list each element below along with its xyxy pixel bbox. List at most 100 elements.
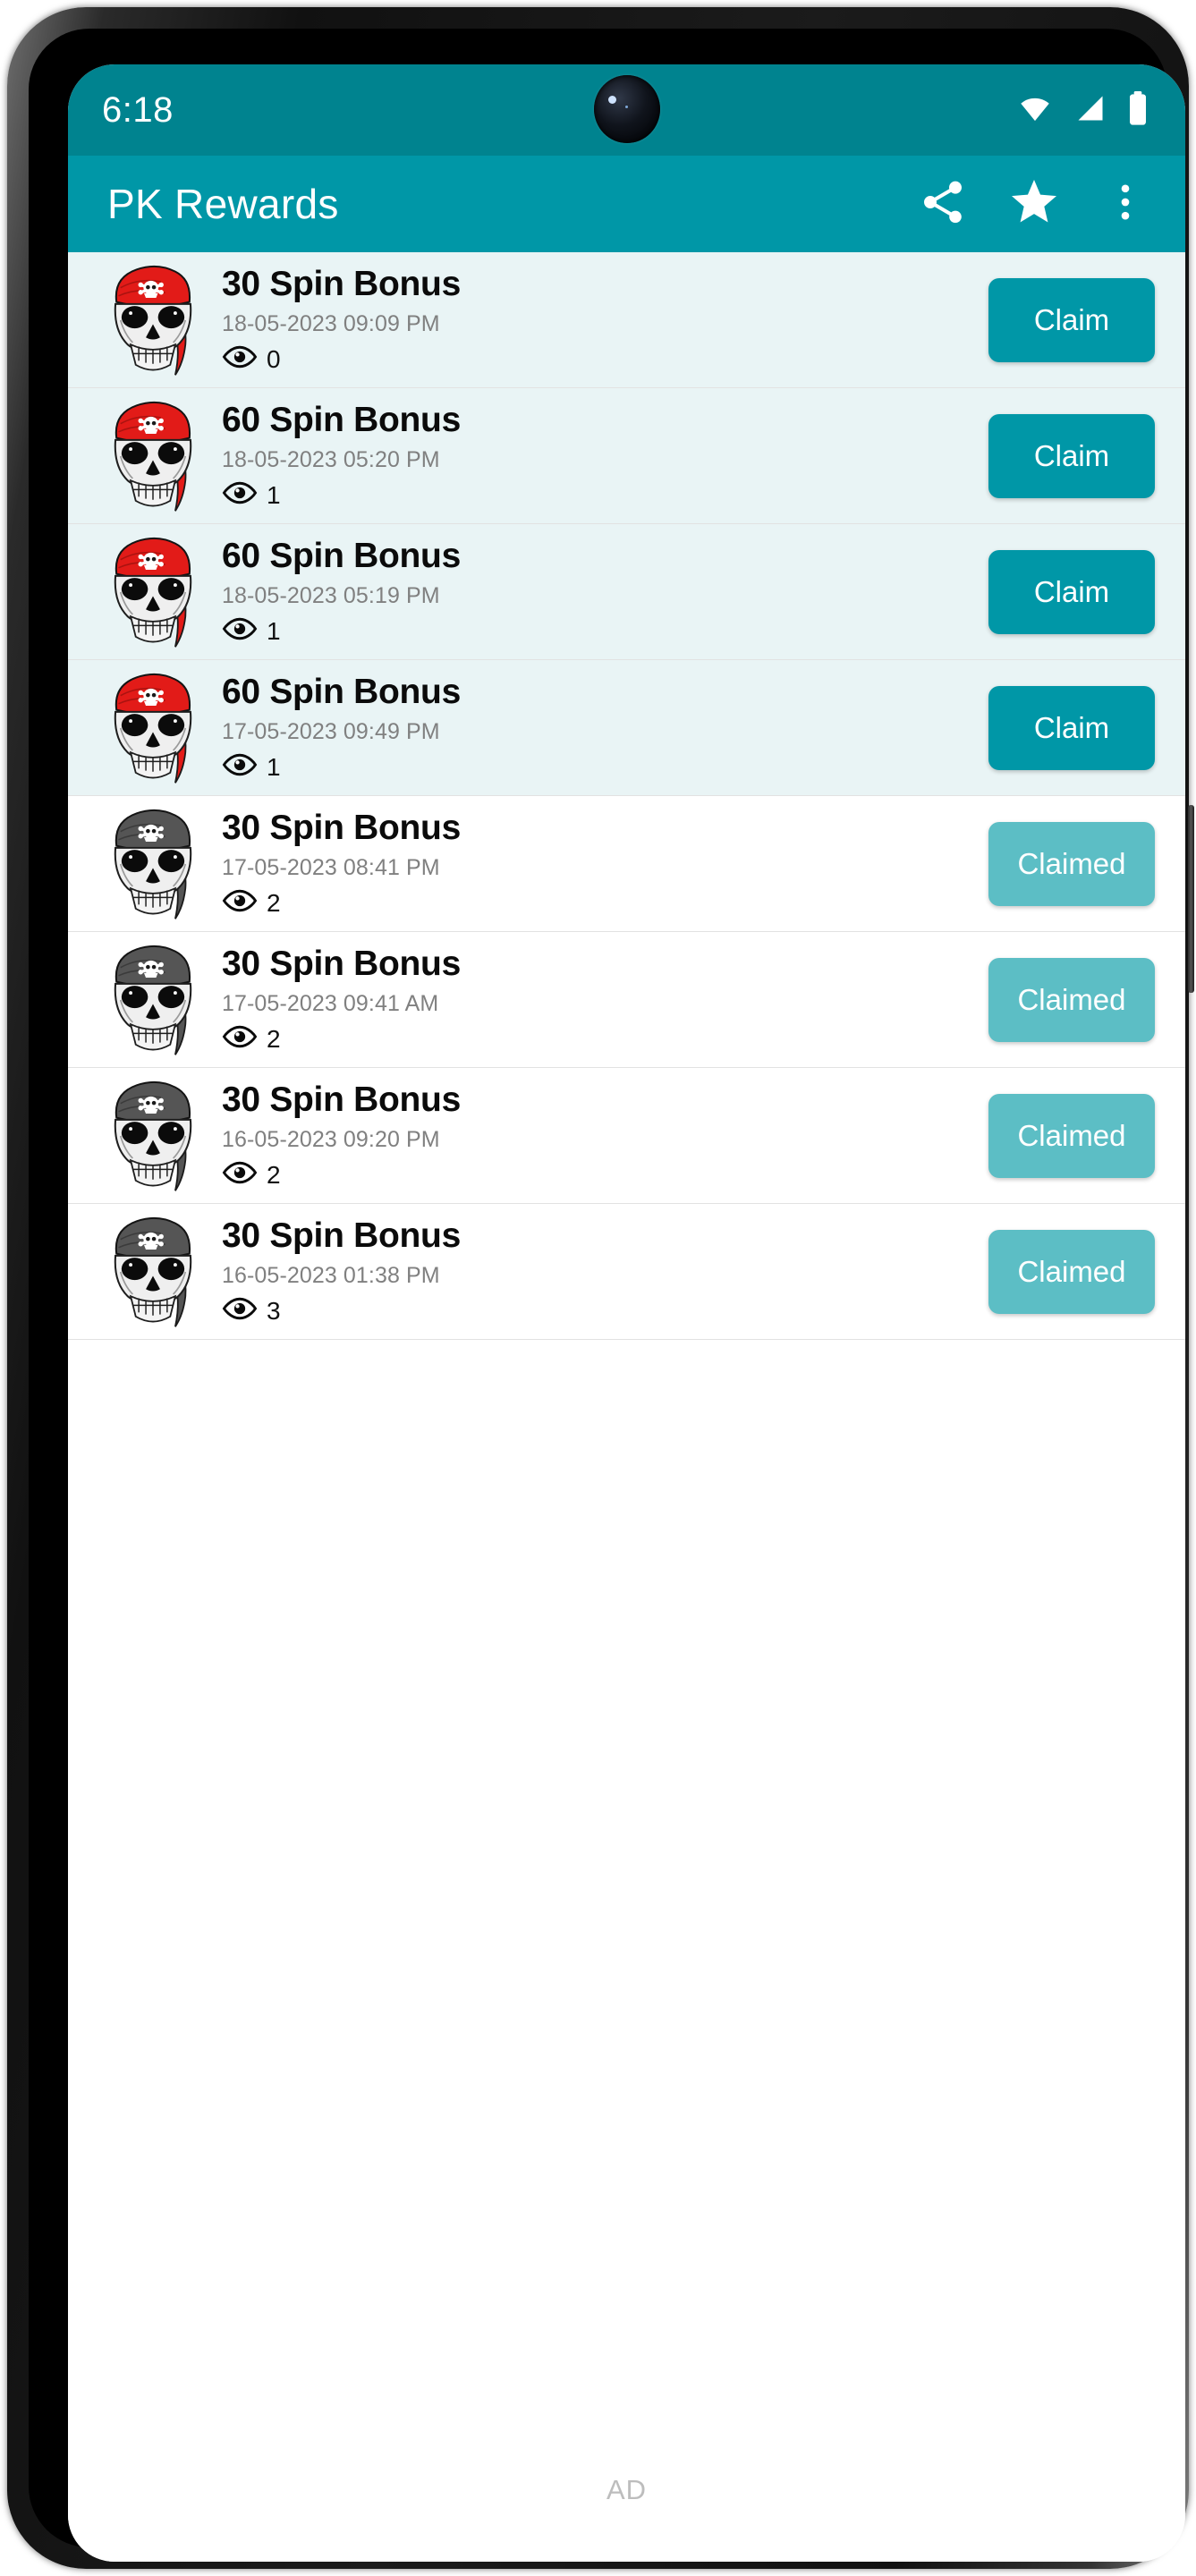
reward-view-count: 3 [267, 1296, 281, 1325]
ad-placeholder-label: AD [606, 2474, 648, 2505]
phone-screen: 6:18 PK Rewards 30 Spin Bonus 18-05-2023… [68, 64, 1185, 2562]
reward-text-block: 30 Spin Bonus 18-05-2023 09:09 PM 0 [215, 264, 988, 374]
more-options-button[interactable] [1096, 174, 1155, 233]
eye-icon [222, 616, 258, 646]
reward-views: 1 [222, 616, 988, 646]
reward-view-count: 1 [267, 752, 281, 781]
reward-view-count: 2 [267, 1160, 281, 1189]
reward-title: 30 Spin Bonus [222, 1080, 461, 1119]
reward-text-block: 60 Spin Bonus 18-05-2023 05:19 PM 1 [215, 536, 988, 646]
pirate-skull-graphic [114, 809, 192, 919]
reward-views: 0 [222, 344, 988, 374]
eye-icon [222, 1160, 258, 1190]
reward-view-count: 2 [267, 1024, 281, 1053]
reward-title: 60 Spin Bonus [222, 672, 461, 711]
reward-views: 3 [222, 1296, 988, 1326]
reward-row[interactable]: 30 Spin Bonus 17-05-2023 09:41 AM 2 Clai… [68, 932, 1185, 1068]
reward-row[interactable]: 60 Spin Bonus 18-05-2023 05:20 PM 1 Clai… [68, 388, 1185, 524]
app-bar: PK Rewards [68, 156, 1185, 252]
reward-title: 30 Spin Bonus [222, 264, 461, 303]
claimed-button: Claimed [988, 821, 1155, 906]
eye-icon [222, 752, 258, 782]
page-title: PK Rewards [107, 181, 339, 227]
reward-text-block: 60 Spin Bonus 17-05-2023 09:49 PM 1 [215, 672, 988, 782]
reward-views: 1 [222, 480, 988, 510]
reward-text-block: 30 Spin Bonus 17-05-2023 08:41 PM 2 [215, 809, 988, 918]
pirate-skull-graphic [114, 537, 192, 648]
claimed-button: Claimed [988, 1093, 1155, 1178]
reward-title: 60 Spin Bonus [222, 400, 461, 439]
star-icon [1007, 175, 1061, 233]
eye-icon [222, 480, 258, 510]
pirate-skull-gray-bandana-icon [102, 1075, 204, 1197]
reward-row[interactable]: 60 Spin Bonus 17-05-2023 09:49 PM 1 Clai… [68, 660, 1185, 796]
status-bar-clock: 6:18 [102, 89, 174, 130]
reward-date: 16-05-2023 09:20 PM [222, 1127, 440, 1153]
pirate-skull-red-bandana-icon [102, 259, 204, 381]
reward-date: 17-05-2023 09:49 PM [222, 719, 440, 745]
share-icon [918, 177, 968, 232]
eye-icon [222, 1024, 258, 1054]
share-button[interactable] [913, 174, 972, 233]
reward-title: 60 Spin Bonus [222, 536, 461, 575]
reward-text-block: 30 Spin Bonus 16-05-2023 01:38 PM 3 [215, 1216, 988, 1326]
pirate-skull-gray-bandana-icon [102, 803, 204, 925]
reward-row[interactable]: 30 Spin Bonus 17-05-2023 08:41 PM 2 Clai… [68, 796, 1185, 932]
claim-button[interactable]: Claim [988, 277, 1155, 362]
reward-title: 30 Spin Bonus [222, 808, 461, 847]
pirate-skull-red-bandana-icon [102, 667, 204, 789]
pirate-skull-graphic [114, 265, 192, 376]
reward-date: 18-05-2023 05:20 PM [222, 447, 440, 473]
pirate-skull-graphic [114, 945, 192, 1055]
reward-title: 30 Spin Bonus [222, 1216, 461, 1255]
pirate-skull-gray-bandana-icon [102, 939, 204, 1061]
reward-date: 18-05-2023 05:19 PM [222, 583, 440, 609]
eye-icon [222, 344, 258, 374]
pirate-skull-red-bandana-icon [102, 395, 204, 517]
reward-views: 2 [222, 888, 988, 918]
pirate-skull-graphic [114, 673, 192, 784]
reward-text-block: 30 Spin Bonus 16-05-2023 09:20 PM 2 [215, 1080, 988, 1190]
reward-row[interactable]: 60 Spin Bonus 18-05-2023 05:19 PM 1 Clai… [68, 524, 1185, 660]
claimed-button: Claimed [988, 1229, 1155, 1314]
reward-list[interactable]: 30 Spin Bonus 18-05-2023 09:09 PM 0 Clai… [68, 252, 1185, 2454]
reward-date: 18-05-2023 09:09 PM [222, 311, 440, 337]
front-camera-punch-hole [593, 75, 660, 143]
reward-title: 30 Spin Bonus [222, 944, 461, 983]
reward-row[interactable]: 30 Spin Bonus 16-05-2023 01:38 PM 3 Clai… [68, 1204, 1185, 1340]
ad-banner-slot[interactable]: AD [68, 2454, 1185, 2562]
pirate-skull-graphic [114, 1216, 192, 1327]
pirate-skull-gray-bandana-icon [102, 1211, 204, 1333]
reward-row[interactable]: 30 Spin Bonus 18-05-2023 09:09 PM 0 Clai… [68, 252, 1185, 388]
reward-date: 17-05-2023 09:41 AM [222, 991, 439, 1017]
claim-button[interactable]: Claim [988, 685, 1155, 770]
wifi-icon [1015, 92, 1055, 129]
reward-text-block: 60 Spin Bonus 18-05-2023 05:20 PM 1 [215, 400, 988, 510]
eye-icon [222, 1296, 258, 1326]
status-bar: 6:18 [68, 64, 1185, 156]
app-bar-actions [913, 174, 1155, 233]
claim-button[interactable]: Claim [988, 413, 1155, 498]
pirate-skull-graphic [114, 401, 192, 512]
favorite-button[interactable] [1005, 174, 1064, 233]
reward-views: 2 [222, 1024, 988, 1054]
claimed-button: Claimed [988, 957, 1155, 1042]
cellular-signal-icon [1073, 92, 1108, 129]
reward-view-count: 1 [267, 480, 281, 509]
reward-views: 1 [222, 752, 988, 782]
reward-view-count: 0 [267, 344, 281, 373]
phone-frame: 6:18 PK Rewards 30 Spin Bonus 18-05-2023… [0, 0, 1196, 2576]
reward-row[interactable]: 30 Spin Bonus 16-05-2023 09:20 PM 2 Clai… [68, 1068, 1185, 1204]
reward-view-count: 2 [267, 888, 281, 917]
claim-button[interactable]: Claim [988, 549, 1155, 634]
battery-icon [1126, 90, 1149, 131]
reward-views: 2 [222, 1160, 988, 1190]
eye-icon [222, 888, 258, 918]
reward-date: 16-05-2023 01:38 PM [222, 1263, 440, 1289]
phone-bezel: 6:18 PK Rewards 30 Spin Bonus 18-05-2023… [7, 7, 1189, 2569]
more-options-icon [1102, 179, 1149, 230]
phone-bezel-inner: 6:18 PK Rewards 30 Spin Bonus 18-05-2023… [29, 29, 1185, 2562]
status-bar-icons [1015, 90, 1149, 131]
pirate-skull-red-bandana-icon [102, 531, 204, 653]
power-button[interactable] [1188, 805, 1194, 993]
